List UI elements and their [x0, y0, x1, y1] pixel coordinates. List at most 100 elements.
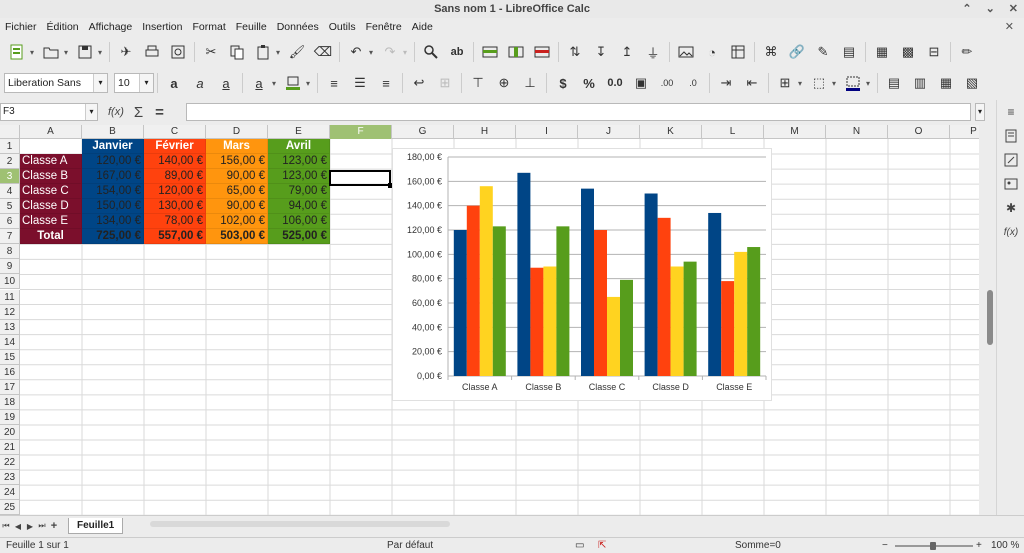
row-label-cell[interactable]: Classe B [20, 169, 82, 185]
hyperlink-icon[interactable]: 🔗 [786, 41, 808, 63]
column-header-n[interactable]: N [826, 125, 888, 139]
table-cell[interactable]: 123,00 € [268, 154, 330, 170]
new-dropdown-icon[interactable]: ▾ [30, 48, 38, 57]
properties-icon[interactable] [997, 124, 1024, 148]
open-dropdown-icon[interactable]: ▾ [64, 48, 72, 57]
table-cell[interactable]: 94,00 € [268, 199, 330, 215]
column-header-b[interactable]: B [82, 125, 144, 139]
number-format-icon[interactable]: 0.0 [604, 72, 626, 94]
column-header-h[interactable]: H [454, 125, 516, 139]
row-header-24[interactable]: 24 [0, 485, 20, 501]
row-label-cell[interactable]: Classe A [20, 154, 82, 170]
font-color-icon[interactable]: a [248, 72, 270, 94]
table-cell[interactable]: 65,00 € [206, 184, 268, 200]
functions-icon[interactable]: f(x) [997, 220, 1024, 244]
row-header-17[interactable]: 17 [0, 379, 20, 395]
border-color-icon[interactable] [842, 72, 864, 94]
vertical-scroll-thumb[interactable] [987, 290, 993, 345]
paste-icon[interactable] [252, 41, 274, 63]
table-cell[interactable]: 120,00 € [82, 154, 144, 170]
table-cell[interactable]: 106,00 € [268, 214, 330, 230]
background-color-dropdown-icon[interactable]: ▾ [306, 79, 314, 88]
zoom-out-icon[interactable]: − [882, 538, 888, 553]
table-cell[interactable]: 89,00 € [144, 169, 206, 185]
row-label-cell[interactable]: Classe C [20, 184, 82, 200]
next-sheet-icon[interactable]: ▶ [24, 522, 36, 531]
redo-dropdown-icon[interactable]: ▾ [403, 48, 411, 57]
row-header-2[interactable]: 2 [0, 154, 20, 170]
total-cell[interactable]: 725,00 € [82, 229, 144, 245]
currency-format-icon[interactable]: $ [552, 72, 574, 94]
increase-indent-icon[interactable]: ⇥ [715, 72, 737, 94]
row-header-12[interactable]: 12 [0, 304, 20, 320]
name-box-dropdown-icon[interactable]: ▾ [85, 104, 97, 120]
styles-accent-icon[interactable]: ▦ [935, 72, 957, 94]
total-cell[interactable]: 525,00 € [268, 229, 330, 245]
maximize-icon[interactable]: ⌄ [986, 0, 995, 18]
table-cell[interactable]: 130,00 € [144, 199, 206, 215]
copy-icon[interactable] [226, 41, 248, 63]
table-cell[interactable]: 90,00 € [206, 169, 268, 185]
autofilter-icon[interactable]: ⏚ [642, 41, 664, 63]
align-center-icon[interactable]: ☰ [349, 72, 371, 94]
menu-outils[interactable]: Outils [324, 21, 361, 33]
column-header-j[interactable]: J [578, 125, 640, 139]
align-bottom-icon[interactable]: ⊥ [519, 72, 541, 94]
row-header-8[interactable]: 8 [0, 244, 20, 260]
row-header-13[interactable]: 13 [0, 319, 20, 335]
row-header-10[interactable]: 10 [0, 274, 20, 290]
row-header-9[interactable]: 9 [0, 259, 20, 275]
align-left-icon[interactable]: ≡ [323, 72, 345, 94]
name-box[interactable]: F3 ▾ [0, 103, 98, 121]
zoom-in-icon[interactable]: + [976, 538, 982, 553]
row-header-5[interactable]: 5 [0, 199, 20, 215]
bold-icon[interactable]: a [163, 72, 185, 94]
column-header-l[interactable]: L [702, 125, 764, 139]
background-color-icon[interactable] [282, 72, 304, 94]
special-character-icon[interactable]: ⌘ [760, 41, 782, 63]
merge-cells-icon[interactable]: ⊞ [434, 72, 456, 94]
row-header-20[interactable]: 20 [0, 424, 20, 440]
row-header-23[interactable]: 23 [0, 470, 20, 486]
zoom-slider-handle[interactable] [930, 542, 936, 550]
row-header-25[interactable]: 25 [0, 500, 20, 515]
spreadsheet-grid[interactable]: ABCDEFGHIJKLMNOP 1 2 3 4 5 6 7 8 9 10 11 12 13 14 15 16… [0, 125, 979, 515]
row-header-22[interactable]: 22 [0, 455, 20, 471]
active-cell-cursor[interactable] [329, 170, 391, 186]
row-header-4[interactable]: 4 [0, 184, 20, 200]
print-preview-icon[interactable] [167, 41, 189, 63]
column-header-k[interactable]: K [640, 125, 702, 139]
table-cell[interactable]: 140,00 € [144, 154, 206, 170]
total-cell[interactable]: 503,00 € [206, 229, 268, 245]
bar-chart[interactable]: 0,00 € 20,00 € 40,00 € 60,00 € 80,00 € 100,00… [392, 148, 817, 401]
sheet-tab-feuille1[interactable]: Feuille1 [68, 518, 124, 534]
select-all-corner[interactable] [0, 125, 20, 139]
close-document-icon[interactable]: ✕ [1005, 20, 1014, 33]
row-header-15[interactable]: 15 [0, 349, 20, 365]
pivot-table-icon[interactable] [727, 41, 749, 63]
italic-icon[interactable]: a [189, 72, 211, 94]
column-header-i[interactable]: I [516, 125, 578, 139]
vertical-scrollbar[interactable] [985, 125, 995, 515]
menu-fenetre[interactable]: Fenêtre [361, 21, 407, 33]
borders-icon[interactable]: ⊞ [774, 72, 796, 94]
menu-edition[interactable]: Édition [42, 21, 84, 33]
insert-image-icon[interactable] [675, 41, 697, 63]
add-decimal-icon[interactable]: .00 [656, 72, 678, 94]
font-size-select[interactable]: 10 ▾ [114, 73, 154, 93]
close-icon[interactable]: ✕ [1009, 0, 1018, 18]
row-header-18[interactable]: 18 [0, 394, 20, 410]
clear-formatting-icon[interactable]: ⌫ [312, 41, 334, 63]
total-cell[interactable]: 557,00 € [144, 229, 206, 245]
define-print-area-icon[interactable]: ▦ [871, 41, 893, 63]
align-top-icon[interactable]: ⊤ [467, 72, 489, 94]
zoom-level[interactable]: 100 % [991, 538, 1019, 553]
delete-decimal-icon[interactable]: .0 [682, 72, 704, 94]
borders-dropdown-icon[interactable]: ▾ [798, 79, 806, 88]
table-cell[interactable]: 102,00 € [206, 214, 268, 230]
row-header-14[interactable]: 14 [0, 334, 20, 350]
table-header-cell[interactable]: Avril [268, 139, 330, 154]
delete-row-icon[interactable] [531, 41, 553, 63]
print-icon[interactable] [141, 41, 163, 63]
save-dropdown-icon[interactable]: ▾ [98, 48, 106, 57]
